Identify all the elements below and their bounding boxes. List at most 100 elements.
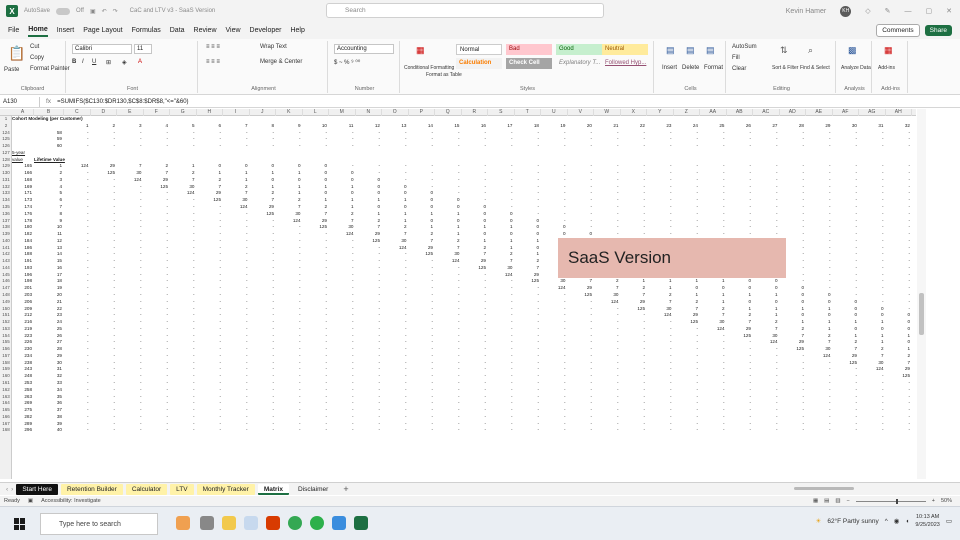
grid-cell[interactable]: - [276, 394, 301, 399]
grid-cell[interactable]: - [515, 184, 539, 189]
grid-cell[interactable]: - [117, 218, 142, 223]
grid-cell[interactable]: 36 [34, 400, 62, 405]
grid-cell[interactable]: 17 [488, 123, 512, 128]
grid-cell[interactable]: - [250, 346, 274, 351]
grid-cell[interactable]: - [144, 414, 168, 419]
grid-cell[interactable]: 34 [34, 387, 62, 392]
grid-cell[interactable]: - [223, 339, 248, 344]
grid-cell[interactable]: - [144, 265, 168, 270]
grid-cell[interactable]: 1 [515, 251, 539, 256]
grid-cell[interactable]: - [64, 285, 89, 290]
grid-cell[interactable]: 196 [12, 272, 32, 277]
grid-cell[interactable]: - [117, 306, 142, 311]
grid-cell[interactable]: - [197, 218, 221, 223]
grid-cell[interactable]: - [197, 312, 221, 317]
grid-cell[interactable]: - [833, 278, 857, 283]
grid-cell[interactable]: - [621, 312, 645, 317]
grid-cell[interactable]: - [594, 414, 619, 419]
grid-cell[interactable]: 2 [250, 190, 274, 195]
grid-cell[interactable]: - [700, 224, 725, 229]
grid-cell[interactable]: 7 [250, 197, 274, 202]
grid-cell[interactable]: - [541, 387, 566, 392]
grid-cell[interactable]: - [621, 366, 645, 371]
grid-cell[interactable]: - [647, 211, 672, 216]
grid-cell[interactable]: - [621, 407, 645, 412]
grid-cell[interactable]: - [197, 380, 221, 385]
grid-cell[interactable]: 12 [34, 238, 62, 243]
grid-cell[interactable]: 0 [488, 218, 513, 223]
grid-cell[interactable]: - [621, 184, 645, 189]
grid-cell[interactable]: - [886, 285, 910, 290]
grid-cell[interactable]: - [859, 299, 884, 304]
grid-cell[interactable]: 0 [753, 299, 778, 304]
zoom-out-icon[interactable]: − [847, 498, 850, 504]
grid-cell[interactable]: - [409, 312, 433, 317]
grid-cell[interactable]: - [144, 407, 168, 412]
pen-icon[interactable]: ✎ [885, 7, 891, 15]
grid-cell[interactable]: - [541, 427, 566, 432]
grid-cell[interactable]: - [594, 177, 619, 182]
grid-cell[interactable]: 0 [859, 306, 884, 311]
grid-cell[interactable]: - [594, 339, 619, 344]
grid-cell[interactable]: - [144, 251, 168, 256]
row-header[interactable]: 137 [0, 218, 12, 223]
column-header[interactable]: AG [859, 109, 886, 116]
grid-cell[interactable]: - [541, 306, 566, 311]
grid-cell[interactable]: - [462, 333, 486, 338]
grid-cell[interactable]: - [833, 373, 857, 378]
grid-cell[interactable]: - [515, 333, 539, 338]
grid-cell[interactable]: - [223, 238, 248, 243]
grid-cell[interactable]: - [329, 326, 354, 331]
grid-cell[interactable]: - [197, 373, 221, 378]
grid-cell[interactable]: - [250, 394, 274, 399]
grid-cell[interactable]: - [833, 400, 857, 405]
grid-cell[interactable]: - [382, 272, 407, 277]
grid-cell[interactable]: 124 [700, 326, 725, 331]
grid-cell[interactable]: - [64, 238, 89, 243]
grid-cell[interactable]: 29 [356, 231, 380, 236]
grid-cell[interactable]: - [409, 427, 433, 432]
grid-cell[interactable]: - [250, 312, 274, 317]
grid-cell[interactable]: - [329, 258, 354, 263]
grid-cell[interactable]: 1 [833, 319, 857, 324]
grid-cell[interactable]: - [117, 346, 142, 351]
grid-cell[interactable]: - [276, 299, 301, 304]
grid-cell[interactable]: - [515, 163, 539, 168]
grid-cell[interactable]: - [409, 373, 433, 378]
grid-cell[interactable]: 29 [34, 353, 62, 358]
grid-cell[interactable]: - [409, 177, 433, 182]
grid-cell[interactable]: - [806, 278, 831, 283]
grid-cell[interactable]: Lifetime Value [34, 157, 74, 162]
grid-cell[interactable]: 1 [409, 211, 433, 216]
grid-cell[interactable]: - [621, 143, 645, 148]
grid-cell[interactable]: - [647, 394, 672, 399]
grid-cell[interactable]: 39 [34, 421, 62, 426]
grid-cell[interactable]: - [886, 231, 910, 236]
grid-cell[interactable]: - [64, 326, 89, 331]
grid-cell[interactable]: - [700, 136, 725, 141]
grid-cell[interactable]: - [250, 299, 274, 304]
grid-cell[interactable]: - [250, 373, 274, 378]
grid-cell[interactable]: 7 [197, 184, 221, 189]
grid-cell[interactable]: - [541, 184, 566, 189]
grid-cell[interactable]: 5-year [12, 150, 34, 155]
grid-cell[interactable]: - [197, 265, 221, 270]
grid-cell[interactable]: - [621, 394, 645, 399]
grid-cell[interactable]: - [223, 292, 248, 297]
grid-cell[interactable]: - [806, 231, 831, 236]
grid-cell[interactable]: 186 [12, 245, 32, 250]
grid-cell[interactable]: 6 [197, 123, 221, 128]
grid-cell[interactable]: - [409, 326, 433, 331]
grid-cell[interactable]: - [674, 190, 698, 195]
grid-cell[interactable]: - [621, 339, 645, 344]
row-header[interactable]: 148 [0, 292, 12, 297]
menu-insert[interactable]: Insert [57, 25, 75, 36]
grid-cell[interactable]: - [197, 360, 221, 365]
grid-cell[interactable]: 206 [12, 299, 32, 304]
grid-cell[interactable]: - [223, 211, 248, 216]
grid-cell[interactable]: - [515, 211, 539, 216]
grid-cell[interactable]: - [91, 339, 115, 344]
grid-cell[interactable]: - [64, 130, 89, 135]
grid-cell[interactable]: - [700, 143, 725, 148]
grid-cell[interactable]: 29 [515, 272, 539, 277]
